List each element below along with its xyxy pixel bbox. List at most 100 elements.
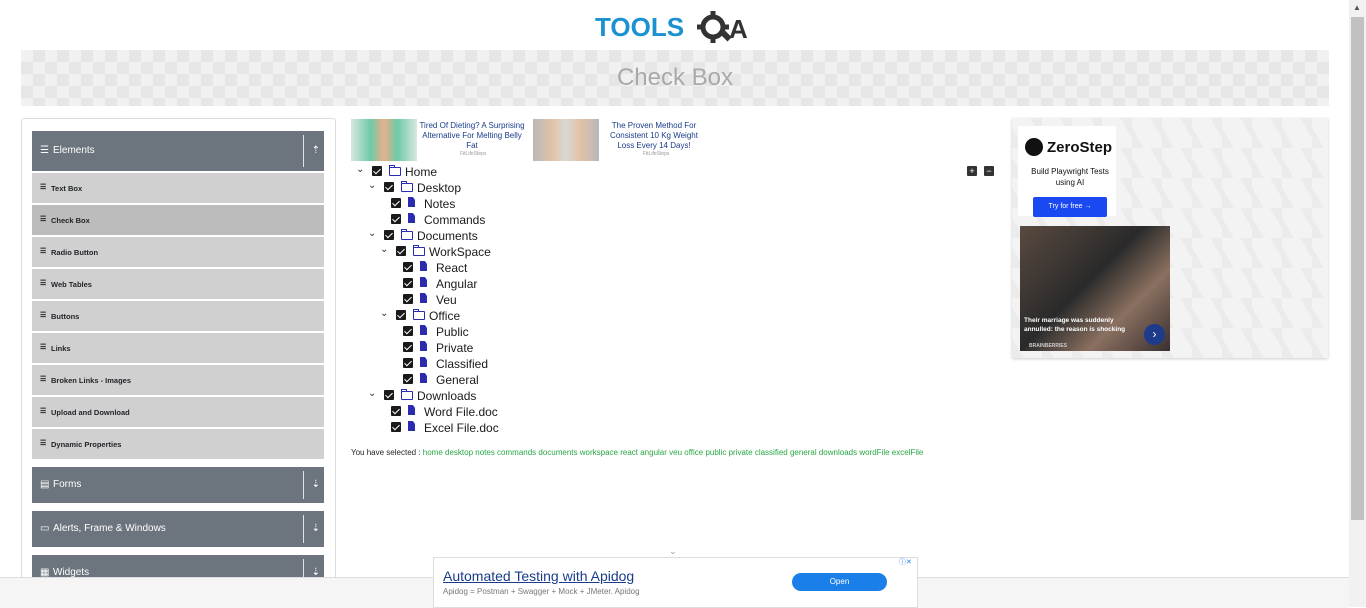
scroll-up-icon[interactable]: ▲	[1353, 3, 1361, 12]
caret-down-icon[interactable]: ⌄	[380, 308, 388, 319]
caret-down-icon[interactable]: ⌄	[356, 164, 364, 175]
checkbox-checked[interactable]	[372, 166, 382, 176]
divider	[303, 515, 304, 543]
tree-label[interactable]: Downloads	[417, 389, 476, 403]
sidebar-item-label: Text Box	[51, 184, 83, 193]
zerostep-brand: ZeroStep	[1047, 139, 1113, 156]
group-forms-label: Forms	[53, 479, 82, 490]
checkbox-checked[interactable]	[403, 294, 413, 304]
folder-icon	[413, 245, 425, 256]
scrollbar-thumb[interactable]	[1351, 17, 1364, 520]
file-icon	[408, 213, 415, 223]
tree-label[interactable]: Home	[405, 165, 437, 179]
group-elements[interactable]: ☰ Elements ⇡	[32, 131, 324, 171]
file-icon	[408, 197, 415, 207]
sidebar-item-radio-button[interactable]: ☰ Radio Button	[32, 236, 324, 267]
tree-label[interactable]: Commands	[424, 213, 485, 227]
sidebar-item-dynamic-properties[interactable]: ☰ Dynamic Properties	[32, 428, 324, 459]
tree-label[interactable]: Angular	[436, 277, 477, 291]
bottom-ad-subtitle: Apidog = Postman + Swagger + Mock + JMet…	[443, 587, 640, 596]
page-banner: Check Box	[21, 50, 1329, 106]
document-icon: ▤	[40, 479, 50, 490]
checkbox-checked[interactable]	[391, 422, 401, 432]
tree-label[interactable]: Notes	[424, 197, 455, 211]
tree-label[interactable]: Word File.doc	[424, 405, 498, 419]
ad-source-2: FitLifeSteps	[643, 151, 670, 157]
tree-label[interactable]: General	[436, 373, 479, 387]
collapse-icon[interactable]: ⇡	[312, 145, 320, 156]
sidebar-item-label: Links	[51, 344, 71, 353]
file-icon	[420, 373, 427, 383]
sidebar-item-label: Upload and Download	[51, 408, 130, 417]
checkbox-checked[interactable]	[403, 262, 413, 272]
sidebar-item-broken-links[interactable]: ☰ Broken Links - Images	[32, 364, 324, 395]
folder-icon	[401, 181, 413, 192]
sidebar-item-text-box[interactable]: ☰ Text Box	[32, 172, 324, 203]
sidebar-item-check-box[interactable]: ☰ Check Box	[32, 204, 324, 235]
checkbox-checked[interactable]	[391, 406, 401, 416]
checkbox-checked[interactable]	[403, 358, 413, 368]
list-icon: ☰	[40, 248, 47, 255]
list-icon: ☰	[40, 312, 47, 319]
checkbox-checked[interactable]	[391, 198, 401, 208]
checkbox-checked[interactable]	[396, 246, 406, 256]
file-icon	[420, 357, 427, 367]
sidebar-item-links[interactable]: ☰ Links	[32, 332, 324, 363]
ad-image-weight[interactable]	[533, 119, 599, 161]
checkbox-checked[interactable]	[384, 390, 394, 400]
checkbox-checked[interactable]	[403, 374, 413, 384]
toolsqa-logo[interactable]: TOOLS A	[595, 8, 757, 46]
caret-down-icon[interactable]: ⌄	[368, 228, 376, 239]
expand-icon[interactable]: ⇣	[312, 479, 320, 490]
file-icon	[420, 261, 427, 271]
caret-down-icon[interactable]: ⌄	[368, 388, 376, 399]
try-for-free-button[interactable]: Try for free →	[1033, 197, 1107, 217]
list-icon: ☰	[40, 376, 47, 383]
checkbox-checked[interactable]	[396, 310, 406, 320]
tree-label[interactable]: Office	[429, 309, 460, 323]
tree-label[interactable]: Documents	[417, 229, 478, 243]
checkbox-checked[interactable]	[403, 342, 413, 352]
expand-all-button[interactable]: +	[967, 166, 977, 176]
checkbox-checked[interactable]	[403, 326, 413, 336]
ad-text-2[interactable]: The Proven Method For Consistent 10 Kg W…	[602, 121, 706, 151]
list-icon: ☰	[40, 440, 47, 447]
collapse-ad-icon[interactable]: ⌄	[669, 546, 677, 557]
group-forms[interactable]: ▤ Forms ⇣	[32, 467, 324, 503]
sidebar-item-buttons[interactable]: ☰ Buttons	[32, 300, 324, 331]
logo-text-tools: TOOLS	[595, 12, 684, 42]
sidebar-item-web-tables[interactable]: ☰ Web Tables	[32, 268, 324, 299]
zerostep-logo-icon	[1025, 138, 1043, 156]
tree-label[interactable]: Public	[436, 325, 469, 339]
menu-icon: ☰	[40, 145, 49, 156]
tree-label[interactable]: Veu	[436, 293, 457, 307]
story-caption[interactable]: Their marriage was suddenly annulled: th…	[1024, 316, 1144, 334]
checkbox-checked[interactable]	[403, 278, 413, 288]
ad-text-1[interactable]: Tired Of Dieting? A Surprising Alternati…	[418, 121, 526, 151]
collapse-all-button[interactable]: −	[984, 166, 994, 176]
sidebar-item-label: Radio Button	[51, 248, 99, 257]
checkbox-checked[interactable]	[384, 182, 394, 192]
tree-label[interactable]: React	[436, 261, 467, 275]
sidebar-item-label: Dynamic Properties	[51, 440, 122, 449]
checkbox-checked[interactable]	[391, 214, 401, 224]
sidebar: ☰ Elements ⇡ ☰ Text Box ☰ Check Box ☰ Radio…	[21, 118, 336, 590]
caret-down-icon[interactable]: ⌄	[380, 244, 388, 255]
open-button[interactable]: Open	[792, 573, 887, 591]
gear-icon	[697, 11, 732, 43]
tree-label[interactable]: WorkSpace	[429, 245, 491, 259]
tree-label[interactable]: Classified	[436, 357, 488, 371]
tree-label[interactable]: Private	[436, 341, 473, 355]
checkbox-checked[interactable]	[384, 230, 394, 240]
ad-choices-close-icon[interactable]: ⓘ✕	[899, 557, 912, 567]
expand-icon[interactable]: ⇣	[312, 523, 320, 534]
next-arrow-icon[interactable]: ›	[1144, 324, 1165, 345]
bottom-ad-title[interactable]: Automated Testing with Apidog	[443, 568, 634, 584]
caret-down-icon[interactable]: ⌄	[368, 180, 376, 191]
tree-label[interactable]: Desktop	[417, 181, 461, 195]
tree-label[interactable]: Excel File.doc	[424, 421, 499, 435]
sidebar-item-upload-download[interactable]: ☰ Upload and Download	[32, 396, 324, 427]
group-alerts-frame-windows[interactable]: ▭ Alerts, Frame & Windows ⇣	[32, 511, 324, 547]
file-icon	[408, 405, 415, 415]
ad-image-belly[interactable]	[351, 119, 417, 161]
